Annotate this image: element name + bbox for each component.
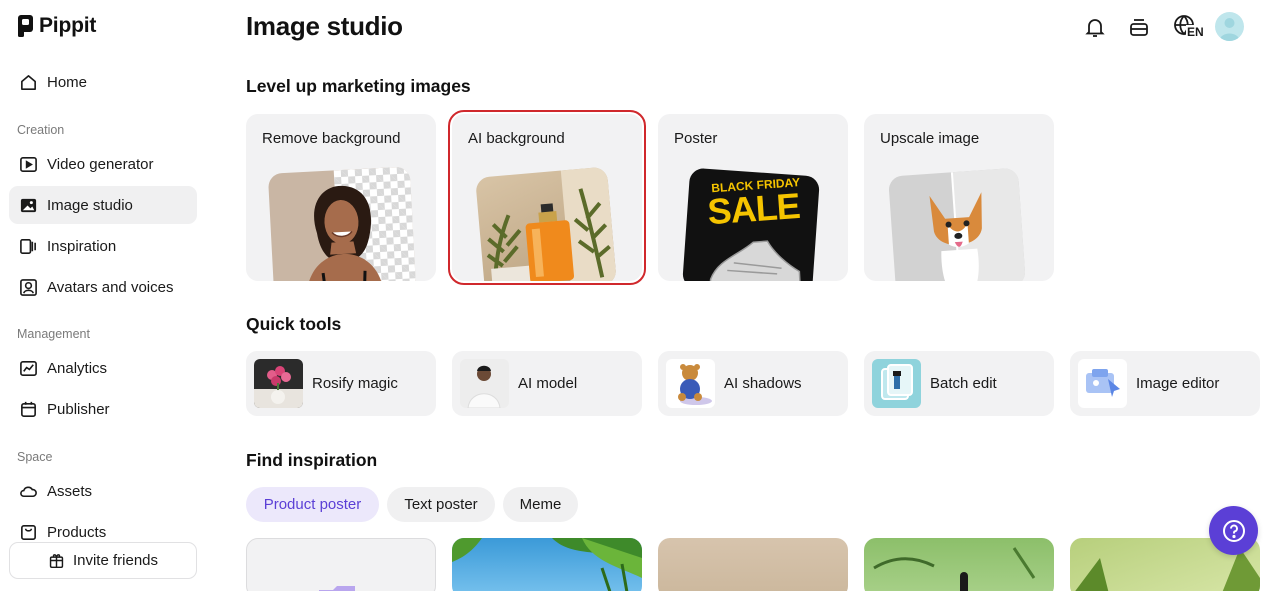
section-label-space: Space xyxy=(17,450,53,464)
sidebar-item-label: Inspiration xyxy=(47,237,117,255)
batch-edit-thumbnail xyxy=(872,359,921,408)
sidebar-item-label: Home xyxy=(47,73,88,91)
upscale-image-card[interactable]: Upscale image xyxy=(864,114,1054,281)
rosify-magic-thumbnail xyxy=(254,359,303,408)
app-name: Pippit xyxy=(39,14,97,37)
section-label-management: Management xyxy=(17,327,90,341)
sidebar-item-image-studio[interactable]: Image studio xyxy=(9,186,197,224)
language-code: EN xyxy=(1186,25,1205,39)
inspiration-icon xyxy=(18,236,38,256)
gift-icon xyxy=(49,554,64,569)
section-label-creation: Creation xyxy=(17,123,65,137)
sidebar-item-label: Products xyxy=(47,523,107,541)
ai-model-thumbnail xyxy=(460,359,509,408)
image-editor-thumbnail xyxy=(1078,359,1127,408)
help-question-icon xyxy=(1222,519,1245,542)
sidebar-item-label: Analytics xyxy=(47,359,108,377)
product-box-icon xyxy=(18,522,38,542)
inspiration-heading: Find inspiration xyxy=(246,450,378,470)
analytics-icon xyxy=(18,358,38,378)
ai-shadows-thumbnail xyxy=(666,359,715,408)
home-icon xyxy=(18,72,38,92)
sidebar-item-home[interactable]: Home xyxy=(9,63,197,101)
quick-tool-image-editor[interactable]: Image editor xyxy=(1070,351,1260,416)
inspiration-card[interactable] xyxy=(452,538,642,591)
image-studio-icon xyxy=(18,195,38,215)
card-title: Poster xyxy=(674,130,718,147)
ai-background-card[interactable]: AI background xyxy=(448,110,646,285)
quick-tools-heading: Quick tools xyxy=(246,314,342,334)
sidebar-item-avatars-and-voices[interactable]: Avatars and voices xyxy=(9,268,197,306)
page-title: Image studio xyxy=(246,11,403,41)
remove-background-card[interactable]: Remove background xyxy=(246,114,436,281)
sidebar-item-analytics[interactable]: Analytics xyxy=(9,349,197,387)
quick-tool-label: Image editor xyxy=(1136,375,1220,392)
sidebar-item-inspiration[interactable]: Inspiration xyxy=(9,227,197,265)
quick-tool-label: AI shadows xyxy=(724,375,802,392)
language-globe-icon[interactable]: EN xyxy=(1171,13,1205,41)
poster-card[interactable]: Poster BLACK FRIDAY SALE xyxy=(658,114,848,281)
notification-bell-icon[interactable] xyxy=(1081,13,1109,41)
inspiration-card[interactable] xyxy=(658,538,848,591)
sidebar: Pippit Home Creation Video generator Ima… xyxy=(0,0,210,591)
video-add-icon xyxy=(18,154,38,174)
invite-friends-label: Invite friends xyxy=(72,552,159,569)
calendar-icon xyxy=(18,399,38,419)
inspiration-card[interactable] xyxy=(864,538,1054,591)
sidebar-item-label: Assets xyxy=(47,482,93,500)
avatar-icon xyxy=(18,277,38,297)
sidebar-item-assets[interactable]: Assets xyxy=(9,472,197,510)
sidebar-item-label: Video generator xyxy=(47,155,154,173)
quick-tool-ai-model[interactable]: AI model xyxy=(452,351,642,416)
card-title: Remove background xyxy=(262,130,401,147)
sidebar-item-video-generator[interactable]: Video generator xyxy=(9,145,197,183)
user-avatar[interactable] xyxy=(1215,12,1244,41)
card-title: Upscale image xyxy=(880,130,980,147)
chip-text-poster[interactable]: Text poster xyxy=(387,487,495,522)
poster-thumbnail: BLACK FRIDAY SALE xyxy=(681,167,821,281)
quick-tool-rosify-magic[interactable]: Rosify magic xyxy=(246,351,436,416)
sidebar-item-publisher[interactable]: Publisher xyxy=(9,390,197,428)
sidebar-item-label: Avatars and voices xyxy=(47,278,174,296)
inspiration-card[interactable] xyxy=(246,538,436,591)
cloud-icon xyxy=(18,481,38,501)
sidebar-item-label: Publisher xyxy=(47,400,110,418)
remove-background-thumbnail xyxy=(267,166,417,281)
pippit-logo-icon xyxy=(18,15,33,37)
upscale-image-thumbnail xyxy=(888,167,1026,281)
card-title: AI background xyxy=(468,130,565,147)
quick-tool-ai-shadows[interactable]: AI shadows xyxy=(658,351,848,416)
quick-tool-label: AI model xyxy=(518,375,578,392)
poster-text-line2: SALE xyxy=(706,184,801,233)
marketing-heading: Level up marketing images xyxy=(246,76,471,96)
chip-meme[interactable]: Meme xyxy=(503,487,578,522)
sidebar-item-label: Image studio xyxy=(47,196,133,214)
quick-tool-batch-edit[interactable]: Batch edit xyxy=(864,351,1054,416)
app-logo[interactable]: Pippit xyxy=(18,14,96,38)
quick-tool-label: Rosify magic xyxy=(312,375,398,392)
help-button[interactable] xyxy=(1209,506,1258,555)
ai-background-thumbnail xyxy=(475,166,617,281)
quick-tool-label: Batch edit xyxy=(930,375,997,392)
chip-product-poster[interactable]: Product poster xyxy=(246,487,379,522)
folder-icon xyxy=(319,586,355,591)
stack-icon[interactable] xyxy=(1125,13,1153,41)
invite-friends-button[interactable]: Invite friends xyxy=(9,542,197,579)
